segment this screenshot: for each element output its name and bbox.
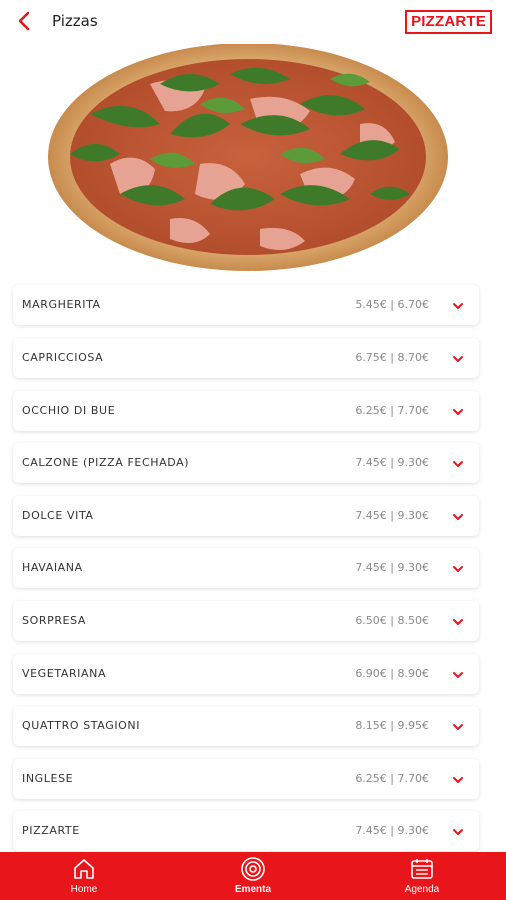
menu-item-margherita[interactable]: MARGHERITA 5.45€ | 6.70€ <box>13 285 479 325</box>
tab-ementa[interactable]: Ementa <box>193 852 313 900</box>
pizza-price: 5.45€ | 6.70€ <box>355 298 429 311</box>
menu-item-pizzarte[interactable]: PIZZARTE 7.45€ | 9.30€ <box>13 811 479 851</box>
chevron-down-icon[interactable] <box>451 352 465 366</box>
top-bar: Pizzas PIZZARTE <box>0 0 506 44</box>
menu-item-capricciosa[interactable]: CAPRICCIOSA 6.75€ | 8.70€ <box>13 338 479 378</box>
home-icon <box>74 859 94 879</box>
pizza-price: 7.45€ | 9.30€ <box>355 509 429 522</box>
chevron-down-icon[interactable] <box>451 668 465 682</box>
chevron-down-icon[interactable] <box>451 773 465 787</box>
menu-item-quattro-stagioni[interactable]: QUATTRO STAGIONI 8.15€ | 9.95€ <box>13 706 479 746</box>
pizza-name: SORPRESA <box>22 614 87 627</box>
menu-item-occhio-di-bue[interactable]: OCCHIO DI BUE 6.25€ | 7.70€ <box>13 391 479 431</box>
pizza-price: 7.45€ | 9.30€ <box>355 456 429 469</box>
tab-agenda-label: Agenda <box>404 884 440 895</box>
pizza-price: 6.25€ | 7.70€ <box>355 772 429 785</box>
chevron-down-icon[interactable] <box>451 825 465 839</box>
pizza-price: 6.75€ | 8.70€ <box>355 351 429 364</box>
pizza-price: 6.90€ | 8.90€ <box>355 667 429 680</box>
pizza-price: 6.25€ | 7.70€ <box>355 404 429 417</box>
pizza-image <box>48 43 448 271</box>
pizza-price: 7.45€ | 9.30€ <box>355 561 429 574</box>
pizza-name: OCCHIO DI BUE <box>22 404 116 417</box>
pizza-name: MARGHERITA <box>22 298 101 311</box>
chevron-down-icon[interactable] <box>451 405 465 419</box>
pizzarte-logo: PIZZARTE <box>405 10 492 34</box>
pizza-name: HAVAIANA <box>22 561 83 574</box>
pizza-name: INGLESE <box>22 772 74 785</box>
tab-ementa-label: Ementa <box>234 884 272 895</box>
menu-item-vegetariana[interactable]: VEGETARIANA 6.90€ | 8.90€ <box>13 654 479 694</box>
chevron-down-icon[interactable] <box>451 457 465 471</box>
pizza-name: PIZZARTE <box>22 824 80 837</box>
pizza-price: 7.45€ | 9.30€ <box>355 824 429 837</box>
menu-item-calzone[interactable]: CALZONE (PIZZA FECHADA) 7.45€ | 9.30€ <box>13 443 479 483</box>
pizza-name: CAPRICCIOSA <box>22 351 104 364</box>
page-title: Pizzas <box>52 12 98 30</box>
chevron-down-icon[interactable] <box>451 299 465 313</box>
chevron-down-icon[interactable] <box>451 720 465 734</box>
chevron-down-icon[interactable] <box>451 615 465 629</box>
bottom-nav: Home Ementa Agenda <box>0 852 506 900</box>
menu-item-havaiana[interactable]: HAVAIANA 7.45€ | 9.30€ <box>13 548 479 588</box>
calendar-icon <box>411 859 433 879</box>
tab-home-label: Home <box>70 884 98 895</box>
menu-item-inglese[interactable]: INGLESE 6.25€ | 7.70€ <box>13 759 479 799</box>
tab-agenda[interactable]: Agenda <box>362 852 482 900</box>
menu-target-icon <box>241 857 265 881</box>
pizza-price: 6.50€ | 8.50€ <box>355 614 429 627</box>
pizza-photo <box>0 43 506 280</box>
pizza-price: 8.15€ | 9.95€ <box>355 719 429 732</box>
tab-home[interactable]: Home <box>24 852 144 900</box>
menu-item-sorpresa[interactable]: SORPRESA 6.50€ | 8.50€ <box>13 601 479 641</box>
pizza-name: VEGETARIANA <box>22 667 107 680</box>
pizza-name: CALZONE (PIZZA FECHADA) <box>22 456 190 469</box>
chevron-down-icon[interactable] <box>451 562 465 576</box>
chevron-down-icon[interactable] <box>451 510 465 524</box>
pizza-name: QUATTRO STAGIONI <box>22 719 141 732</box>
chevron-left-icon[interactable] <box>12 8 38 34</box>
pizza-name: DOLCE VITA <box>22 509 94 522</box>
menu-item-dolce-vita[interactable]: DOLCE VITA 7.45€ | 9.30€ <box>13 496 479 536</box>
